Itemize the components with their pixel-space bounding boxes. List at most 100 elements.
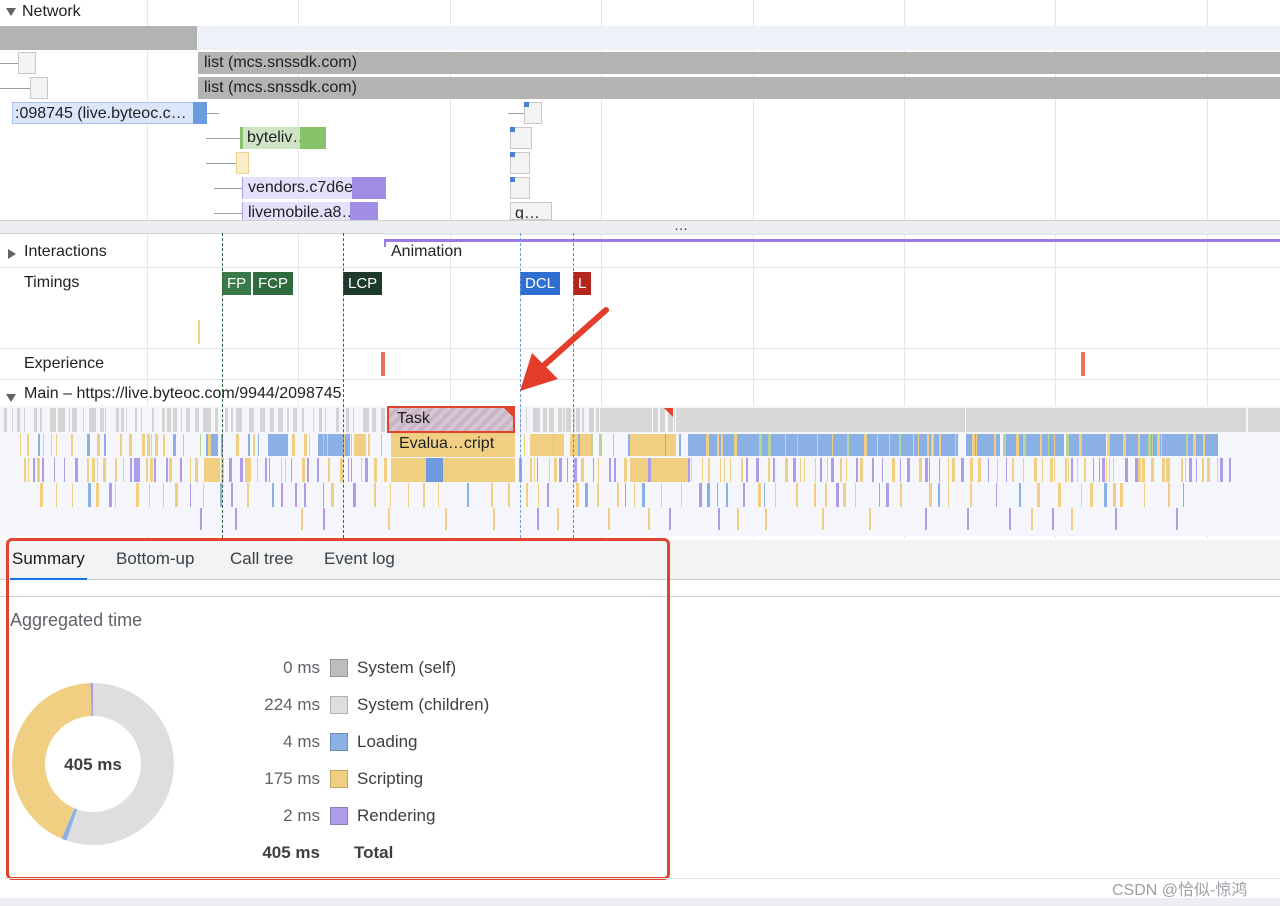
network-request-bar[interactable] [0, 26, 197, 50]
flame-bar[interactable] [97, 434, 100, 456]
flame-bar[interactable] [679, 434, 681, 456]
flame-bar[interactable] [105, 408, 106, 432]
flame-bar[interactable] [43, 434, 44, 456]
flame-bar[interactable] [1004, 434, 1064, 456]
flame-bar[interactable] [116, 408, 119, 432]
flame-bar[interactable] [287, 408, 289, 432]
timing-marker-fp[interactable]: FP [222, 272, 252, 295]
flame-bar[interactable] [1084, 458, 1086, 482]
flame-bar[interactable] [1037, 483, 1040, 507]
flame-bar[interactable] [882, 458, 883, 482]
flame-bar[interactable] [1012, 458, 1014, 482]
flame-bar[interactable] [671, 434, 673, 456]
flame-bar[interactable] [445, 508, 447, 530]
flame-bar[interactable] [109, 483, 112, 507]
flame-bar[interactable] [1193, 434, 1196, 456]
flame-bar[interactable] [1138, 434, 1140, 456]
flame-bar[interactable] [147, 434, 150, 456]
flame-bar[interactable] [17, 408, 20, 432]
request-square[interactable] [18, 52, 36, 74]
flame-bar[interactable] [585, 483, 588, 507]
flame-bar[interactable] [88, 483, 91, 507]
flame-bar[interactable] [559, 458, 562, 482]
flame-bar[interactable] [354, 434, 366, 456]
flame-bar[interactable] [970, 483, 972, 507]
flame-bar[interactable] [653, 408, 658, 432]
flame-bar[interactable] [1123, 434, 1126, 456]
flame-bar[interactable] [706, 434, 709, 456]
flame-bar[interactable] [661, 483, 662, 507]
flame-bar[interactable] [155, 434, 158, 456]
flame-bar[interactable] [582, 408, 584, 432]
flame-bar[interactable] [103, 458, 106, 482]
flame-bar[interactable] [796, 483, 798, 507]
flame-bar[interactable] [553, 434, 554, 456]
flame-bar[interactable] [1019, 483, 1021, 507]
flame-bar[interactable] [955, 434, 956, 456]
flame-bar[interactable] [208, 434, 211, 456]
flame-bar[interactable] [997, 458, 998, 482]
flame-bar[interactable] [64, 458, 65, 482]
flame-bar[interactable] [634, 458, 636, 482]
flame-bar[interactable] [1090, 434, 1092, 456]
request-square[interactable] [30, 77, 48, 99]
flame-bar[interactable] [291, 458, 292, 482]
flame-bar[interactable] [972, 434, 975, 456]
flame-bar[interactable] [1161, 434, 1162, 456]
flame-bar[interactable] [596, 408, 599, 432]
flame-bar[interactable] [549, 458, 550, 482]
flame-bar[interactable] [720, 458, 721, 482]
flame-bar[interactable] [758, 483, 761, 507]
flame-bar[interactable] [574, 458, 577, 482]
flame-bar[interactable] [822, 508, 824, 530]
flame-bar[interactable] [734, 434, 737, 456]
flame-bar[interactable] [53, 408, 56, 432]
flame-bar[interactable] [248, 458, 251, 482]
flame-bar[interactable] [358, 434, 359, 456]
flame-bar[interactable] [97, 458, 98, 482]
flame-bar[interactable] [1181, 458, 1183, 482]
flame-bar[interactable] [163, 483, 164, 507]
flame-bar[interactable] [547, 483, 549, 507]
flame-bar[interactable] [368, 434, 370, 456]
network-request-bar[interactable]: list (mcs.snssdk.com) [198, 52, 1280, 74]
flame-bar[interactable] [919, 458, 922, 482]
flame-bar[interactable] [557, 508, 559, 530]
flame-bar[interactable] [804, 458, 805, 482]
flame-bar[interactable] [302, 458, 305, 482]
flame-bar[interactable] [388, 508, 390, 530]
flame-bar[interactable] [836, 483, 839, 507]
flame-bar[interactable] [925, 458, 928, 482]
flame-bar[interactable] [1113, 483, 1116, 507]
flame-bar[interactable] [344, 434, 345, 456]
flame-bar[interactable] [175, 483, 178, 507]
flame-bar[interactable] [149, 483, 150, 507]
flame-bar[interactable] [272, 483, 274, 507]
flame-bar[interactable] [961, 458, 964, 482]
flame-bar[interactable] [37, 458, 40, 482]
flame-bar[interactable] [1106, 458, 1107, 482]
flame-bar[interactable] [617, 483, 619, 507]
flame-bar[interactable] [773, 458, 775, 482]
flame-bar[interactable] [741, 458, 743, 482]
flame-bar[interactable] [130, 458, 132, 482]
flame-bar[interactable] [1023, 458, 1024, 482]
flame-bar[interactable] [860, 458, 863, 482]
flame-bar[interactable] [121, 408, 124, 432]
main-thread-track-label[interactable]: Main – https://live.byteoc.com/9944/2098… [24, 385, 342, 403]
flame-bar[interactable] [33, 458, 35, 482]
flame-bar[interactable] [624, 458, 627, 482]
flame-bar[interactable] [820, 458, 822, 482]
flame-bar[interactable] [614, 458, 616, 482]
flame-bar[interactable] [325, 408, 326, 432]
flame-bar[interactable] [281, 483, 283, 507]
flame-bar[interactable] [293, 408, 297, 432]
flame-bar[interactable] [925, 508, 927, 530]
flame-bar[interactable] [374, 458, 377, 482]
flame-bar[interactable] [150, 458, 153, 482]
flame-bar[interactable] [195, 458, 198, 482]
flame-bar[interactable] [206, 458, 220, 482]
flame-bar[interactable] [545, 434, 546, 456]
flame-bar[interactable] [313, 408, 314, 432]
flame-bar[interactable] [561, 434, 564, 456]
